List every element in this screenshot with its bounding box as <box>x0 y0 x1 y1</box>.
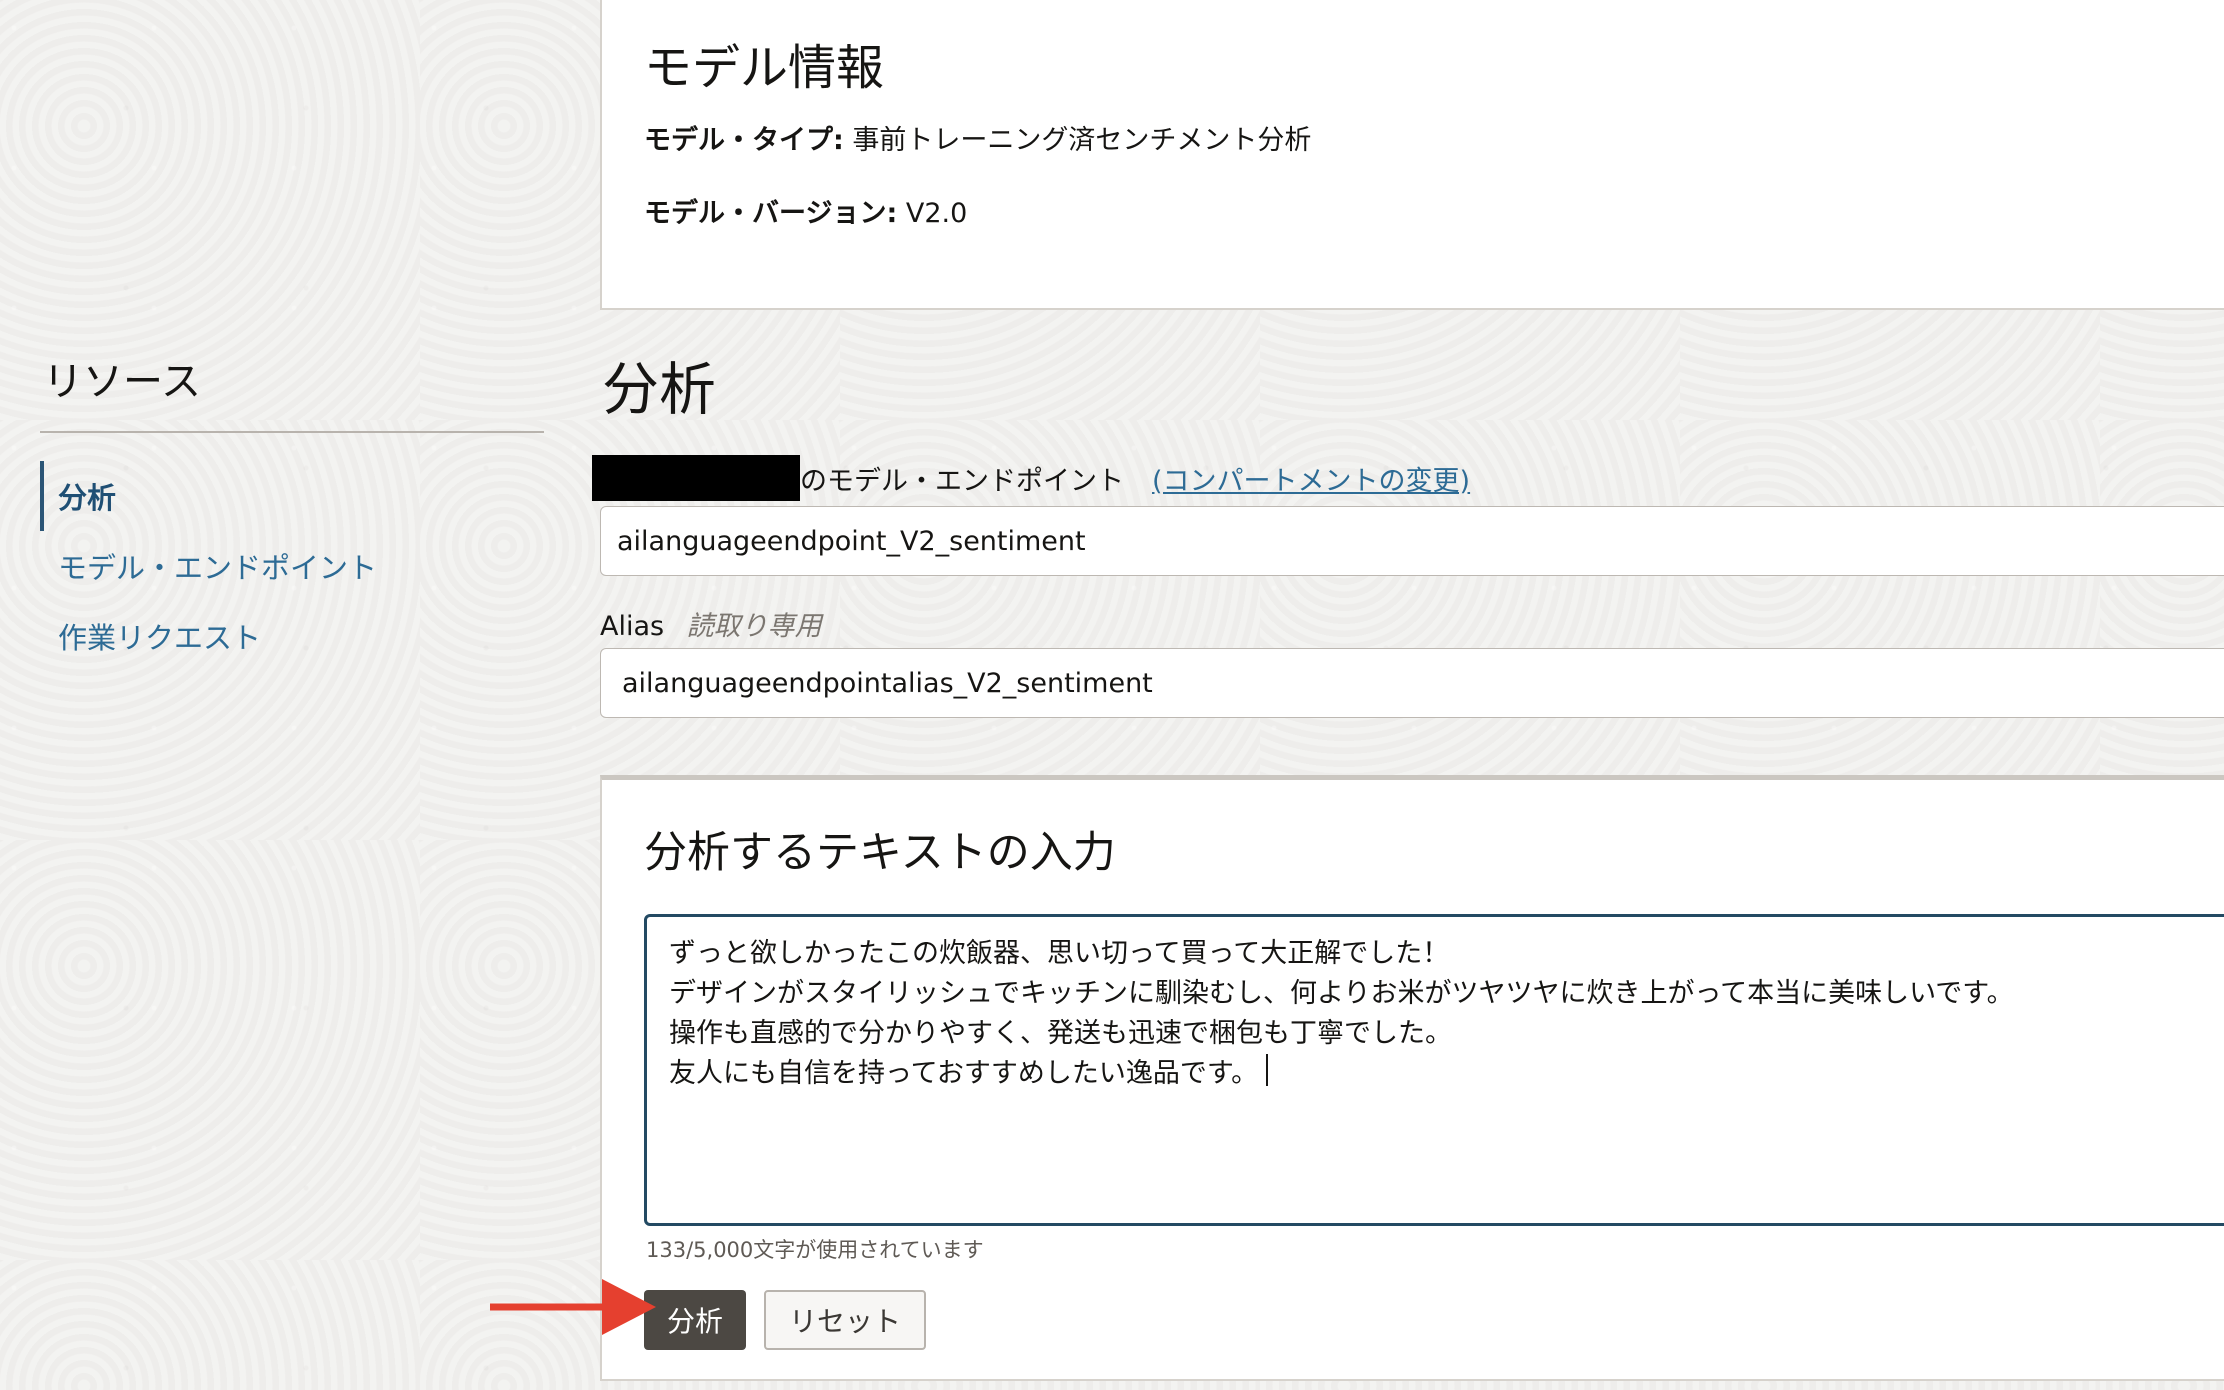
alias-readonly-field: ailanguageendpointalias_V2_sentiment <box>600 648 2224 718</box>
reset-button[interactable]: リセット <box>764 1290 927 1350</box>
sidebar-item-model-endpoints[interactable]: モデル・エンドポイント <box>40 531 544 601</box>
endpoint-label: のモデル・エンドポイント <box>800 465 1124 497</box>
alias-label-row: Alias 読取り専用 <box>600 604 822 643</box>
change-compartment-link[interactable]: (コンパートメントの変更) <box>1152 459 1470 498</box>
resources-sidebar: リソース 分析 モデル・エンドポイント 作業リクエスト <box>40 355 544 671</box>
model-type-line: モデル・タイプ: 事前トレーニング済センチメント分析 <box>644 118 2186 157</box>
model-type-label: モデル・タイプ: <box>644 125 844 156</box>
analysis-text-input[interactable]: ずっと欲しかったこの炊飯器、思い切って買って大正解でした！ デザインがスタイリッ… <box>644 914 2224 1226</box>
analysis-title: 分析 <box>602 357 716 423</box>
red-arrow-annotation <box>490 1279 656 1335</box>
model-version-line: モデル・バージョン: V2.0 <box>644 191 2186 230</box>
alias-label: Alias <box>600 611 665 642</box>
redacted-compartment-name <box>592 455 800 501</box>
model-endpoint-select[interactable]: ailanguageendpoint_V2_sentiment <box>600 506 2224 576</box>
sidebar-divider <box>40 431 544 433</box>
text-cursor <box>1266 1054 1269 1086</box>
sidebar-item-analysis[interactable]: 分析 <box>40 461 544 531</box>
model-version-label: モデル・バージョン: <box>644 198 898 229</box>
readonly-label: 読取り専用 <box>686 611 822 642</box>
action-buttons: 分析 リセット <box>644 1290 2186 1350</box>
model-version-value: V2.0 <box>905 198 968 229</box>
model-type-value: 事前トレーニング済センチメント分析 <box>852 125 1312 156</box>
sidebar-title: リソース <box>43 359 201 405</box>
text-input-heading: 分析するテキストの入力 <box>644 828 1116 878</box>
sidebar-item-work-requests[interactable]: 作業リクエスト <box>40 601 544 671</box>
analyze-button[interactable]: 分析 <box>644 1290 747 1350</box>
arrow-head <box>602 1279 656 1335</box>
character-count: 133/5,000文字が使用されています <box>646 1238 984 1262</box>
endpoint-label-row: のモデル・エンドポイント (コンパートメントの変更) <box>592 454 1470 502</box>
model-info-heading: モデル情報 <box>644 40 885 96</box>
analysis-text-value: ずっと欲しかったこの炊飯器、思い切って買って大正解でした！ デザインがスタイリッ… <box>669 938 2014 1089</box>
model-info-panel: モデル情報 モデル・タイプ: 事前トレーニング済センチメント分析 モデル・バージ… <box>600 0 2224 310</box>
text-input-panel: 分析するテキストの入力 ずっと欲しかったこの炊飯器、思い切って買って大正解でした… <box>600 775 2224 1381</box>
